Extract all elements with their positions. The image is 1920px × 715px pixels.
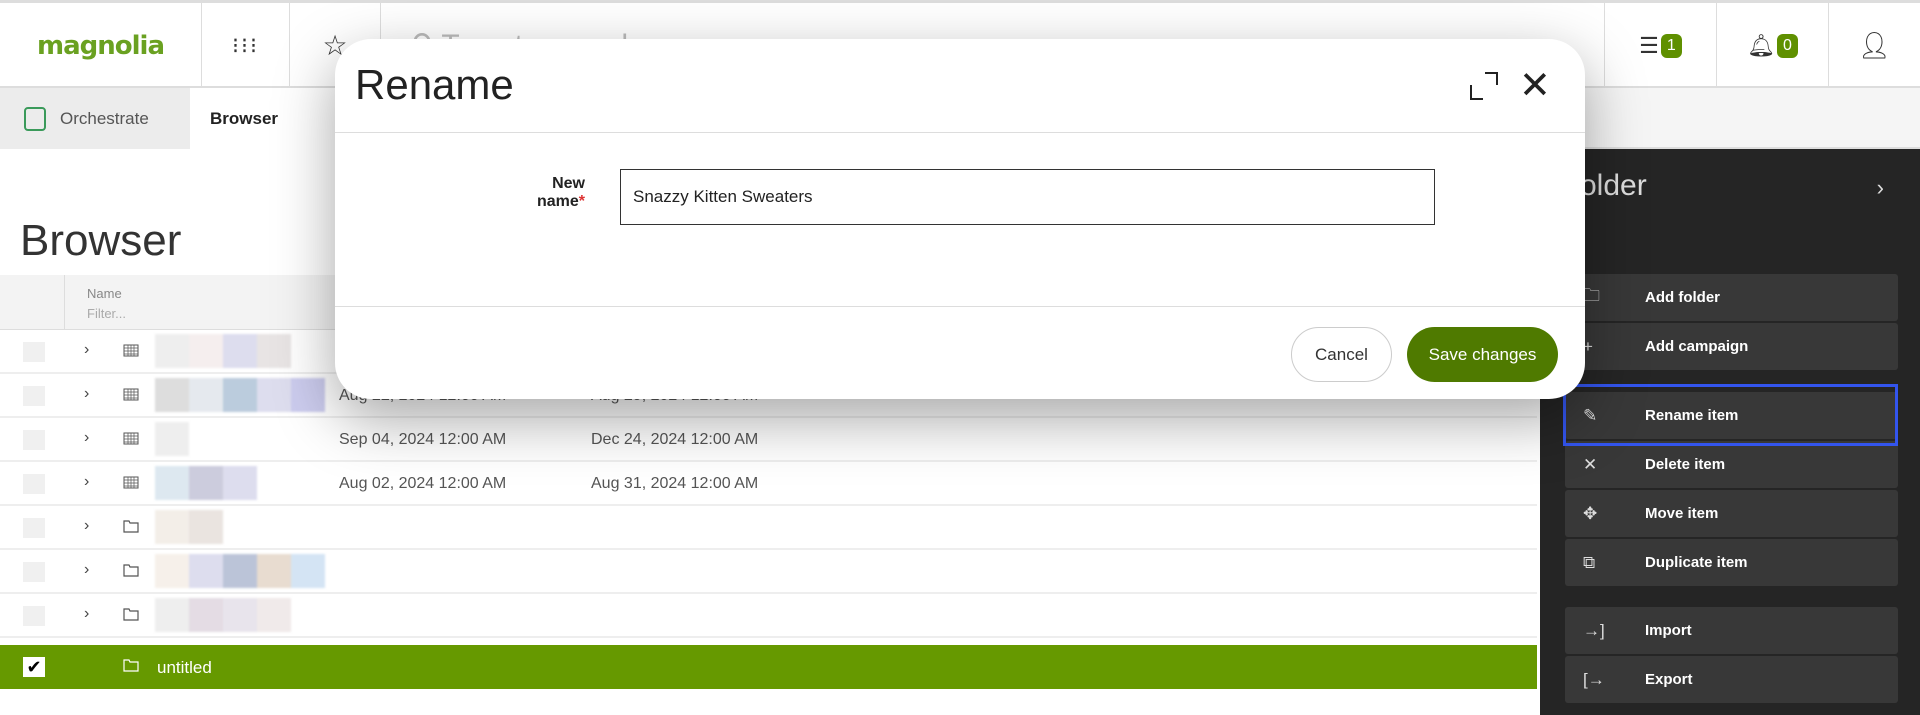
action-add-campaign[interactable]: + Add campaign	[1565, 323, 1898, 370]
duplicate-icon: ⧉	[1583, 552, 1596, 572]
row-checkbox[interactable]	[23, 474, 45, 494]
action-delete-item[interactable]: ✕ Delete item	[1565, 441, 1898, 488]
dialog-title: Rename	[355, 61, 514, 108]
pencil-icon: ✎	[1583, 405, 1598, 425]
row-checkbox[interactable]	[23, 562, 45, 582]
cancel-button[interactable]: Cancel	[1291, 327, 1392, 382]
chevron-right-icon[interactable]: ›	[1877, 175, 1884, 201]
action-move-item[interactable]: ✥ Move item	[1565, 490, 1898, 537]
user-icon[interactable]: 👤︎	[1829, 3, 1920, 88]
expand-chevron-icon[interactable]: ›	[84, 605, 89, 623]
name-filter-input[interactable]: Filter...	[87, 304, 126, 324]
end-date: Aug 31, 2024 12:00 AM	[591, 475, 759, 492]
row-checkbox[interactable]	[23, 342, 45, 362]
select-column-header	[0, 275, 65, 330]
redacted-name	[155, 598, 291, 632]
redacted-name	[155, 466, 257, 500]
page-title: Browser	[20, 216, 182, 265]
panel-title: older	[1580, 169, 1647, 202]
tasks-button[interactable]: ☰ 1	[1604, 3, 1717, 88]
expand-chevron-icon[interactable]: ›	[84, 341, 89, 359]
notifications-button[interactable]: 🔔︎ 0	[1717, 3, 1829, 88]
field-label: New name*	[536, 175, 585, 210]
row-checkbox[interactable]	[23, 386, 45, 406]
action-import[interactable]: →] Import	[1565, 607, 1898, 654]
end-date: Dec 24, 2024 12:00 AM	[591, 431, 759, 448]
divider	[335, 132, 1585, 133]
table-row-selected[interactable]: ✔ untitled	[0, 645, 1537, 689]
calendar-icon	[123, 388, 139, 401]
name-column-header: Name Filter...	[87, 284, 126, 324]
row-name: untitled	[157, 658, 212, 677]
redacted-name	[155, 510, 223, 544]
x-icon: ✕	[1583, 454, 1598, 474]
folder-icon	[123, 520, 139, 533]
close-icon[interactable]: ✕	[1519, 63, 1551, 108]
start-date: Aug 02, 2024 12:00 AM	[339, 475, 507, 492]
calendar-icon	[123, 432, 139, 445]
action-add-folder[interactable]: 🗀 Add folder	[1565, 274, 1898, 321]
action-duplicate-item[interactable]: ⧉ Duplicate item	[1565, 539, 1898, 586]
actions-panel: older › 🗀 Add folder + Add campaign ✎ Rename …	[1540, 149, 1920, 715]
calendar-icon	[123, 344, 139, 357]
row-checkbox[interactable]	[23, 518, 45, 538]
calendar-icon	[123, 476, 139, 489]
folder-icon	[123, 659, 139, 672]
redacted-name	[155, 334, 291, 368]
move-icon: ✥	[1583, 503, 1598, 523]
tab-browser[interactable]: Browser	[190, 88, 340, 149]
redacted-name	[155, 422, 189, 456]
action-rename-item[interactable]: ✎ Rename item	[1565, 392, 1898, 439]
bell-icon: 🔔︎	[1747, 32, 1776, 58]
table-row[interactable]: › Aug 02, 2024 12:00 AM Aug 31, 2024 12:00…	[0, 462, 1537, 506]
new-name-input[interactable]	[620, 169, 1435, 225]
redacted-name	[155, 554, 325, 588]
import-icon: →]	[1583, 620, 1605, 640]
action-export[interactable]: [→ Export	[1565, 656, 1898, 703]
expand-chevron-icon[interactable]: ›	[84, 473, 89, 491]
table-row[interactable]: ›	[0, 594, 1537, 638]
table-row[interactable]: ›	[0, 550, 1537, 594]
folder-icon	[123, 608, 139, 621]
notifications-badge: 0	[1777, 33, 1798, 58]
save-changes-button[interactable]: Save changes	[1407, 327, 1558, 382]
tasks-badge: 1	[1660, 33, 1682, 58]
app-launcher-grid-icon[interactable]: ⁝⁝⁝	[202, 3, 290, 88]
expand-chevron-icon[interactable]: ›	[84, 561, 89, 579]
expand-chevron-icon[interactable]: ›	[84, 517, 89, 535]
required-marker: *	[578, 193, 585, 210]
divider	[335, 306, 1585, 307]
logo[interactable]: magnolia	[0, 3, 202, 88]
redacted-name	[155, 378, 325, 412]
export-icon: [→	[1583, 669, 1605, 689]
expand-icon[interactable]	[1469, 71, 1499, 101]
tab-orchestrate[interactable]: Orchestrate	[0, 88, 190, 149]
start-date: Sep 04, 2024 12:00 AM	[339, 431, 507, 448]
checklist-icon: ☰	[1639, 32, 1659, 58]
orchestrate-app-icon	[24, 106, 46, 131]
row-checkbox[interactable]	[23, 606, 45, 626]
row-checkbox[interactable]	[23, 430, 45, 450]
table-row[interactable]: › Sep 04, 2024 12:00 AM Dec 24, 2024 12:00…	[0, 418, 1537, 462]
rename-dialog: Rename ✕ New name* Cancel Save changes	[335, 39, 1585, 399]
expand-chevron-icon[interactable]: ›	[84, 429, 89, 447]
folder-icon	[123, 564, 139, 577]
row-checkbox[interactable]: ✔	[23, 657, 45, 677]
expand-chevron-icon[interactable]: ›	[84, 385, 89, 403]
table-row[interactable]: ›	[0, 506, 1537, 550]
